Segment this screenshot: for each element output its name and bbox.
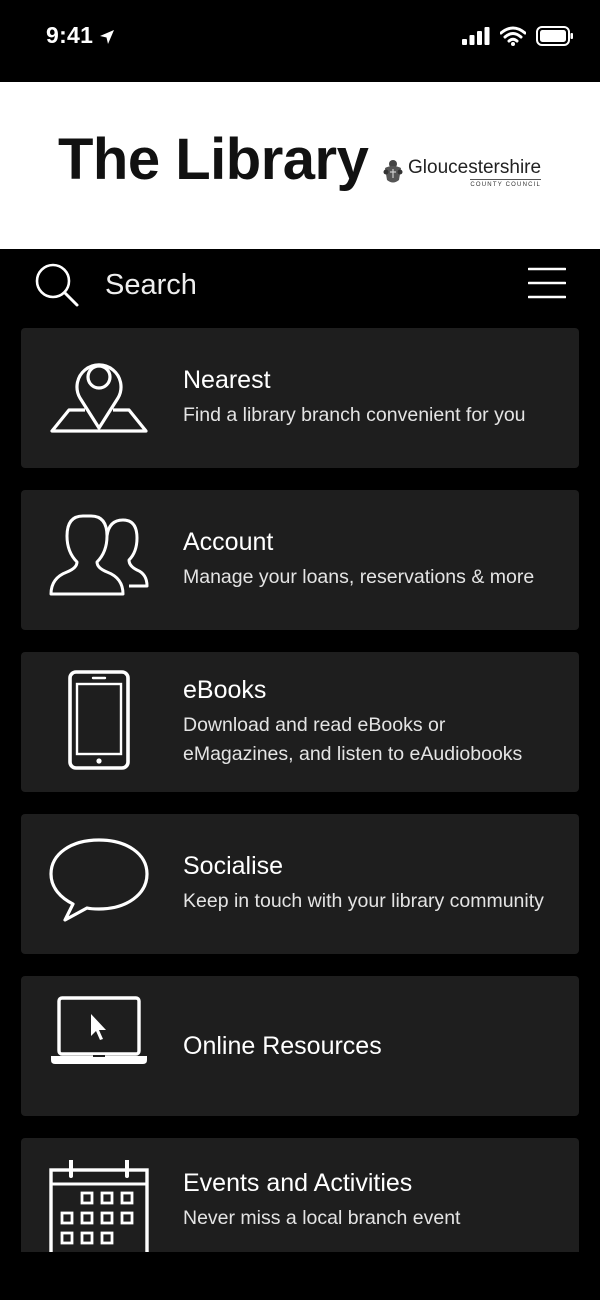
search-label[interactable]: Search: [105, 269, 197, 302]
council-name: Gloucestershire: [408, 157, 542, 178]
bottom-safe-area: [0, 1252, 600, 1300]
crest-icon: [383, 160, 403, 183]
tile-title: Online Resources: [183, 1031, 382, 1060]
tile-description: Manage your loans, reservations & more: [183, 566, 535, 588]
hamburger-menu-icon[interactable]: [528, 267, 566, 299]
location-arrow-icon: [100, 30, 114, 44]
status-time: 9:41: [46, 22, 94, 48]
tile-text: Nearest Find a library branch convenient…: [183, 328, 567, 468]
search-bar[interactable]: Search: [0, 249, 600, 325]
council-subtitle: COUNTY COUNCIL: [470, 179, 542, 188]
tile-title: eBooks: [183, 675, 267, 704]
tile-ebooks[interactable]: eBooks Download and read eBooks or eMaga…: [21, 652, 579, 792]
tile-title: Account: [183, 528, 274, 556]
tile-description: Keep in touch with your library communit…: [183, 890, 544, 912]
tile-title: Events and Activities: [183, 1169, 413, 1197]
status-icons: [462, 26, 574, 46]
tile-text: Online Resources: [183, 976, 567, 1116]
wifi-icon: [500, 26, 526, 46]
menu-tiles: Nearest Find a library branch convenient…: [21, 328, 579, 1252]
tile-text: Account Manage your loans, reservations …: [183, 490, 567, 630]
tile-description: Find a library branch convenient for you: [183, 404, 526, 426]
tile-online-resources[interactable]: Online Resources: [21, 976, 579, 1116]
council-text: Gloucestershire COUNTY COUNCIL: [408, 157, 542, 188]
tile-events[interactable]: Events and Activities Never miss a local…: [21, 1138, 579, 1252]
tile-title: Nearest: [183, 366, 271, 394]
tile-description: Never miss a local branch event: [183, 1207, 461, 1229]
phone-icon: [68, 670, 130, 770]
search-icon[interactable]: [34, 262, 80, 308]
status-bar: 9:41: [0, 0, 600, 82]
app-header: The Library Gloucestershire COUNTY COUNC…: [0, 82, 600, 249]
signal-icon: [462, 27, 490, 45]
tile-text: Events and Activities Never miss a local…: [183, 1142, 567, 1252]
tile-text: Socialise Keep in touch with your librar…: [183, 814, 567, 954]
tile-account[interactable]: Account Manage your loans, reservations …: [21, 490, 579, 630]
map-pin-icon: [50, 363, 148, 433]
tile-socialise[interactable]: Socialise Keep in touch with your librar…: [21, 814, 579, 954]
calendar-icon: [49, 1160, 149, 1252]
battery-icon: [536, 26, 573, 46]
tile-text: eBooks Download and read eBooks or eMaga…: [183, 652, 567, 792]
app-title: The Library: [58, 127, 369, 192]
speech-bubble-icon: [49, 838, 149, 922]
users-icon: [49, 514, 149, 596]
laptop-icon: [51, 996, 147, 1064]
tile-title: Socialise: [183, 852, 284, 880]
council-logo: Gloucestershire COUNTY COUNCIL: [382, 157, 542, 188]
tile-description: Download and read eBooks or eMagazines, …: [183, 713, 523, 765]
tile-nearest[interactable]: Nearest Find a library branch convenient…: [21, 328, 579, 468]
